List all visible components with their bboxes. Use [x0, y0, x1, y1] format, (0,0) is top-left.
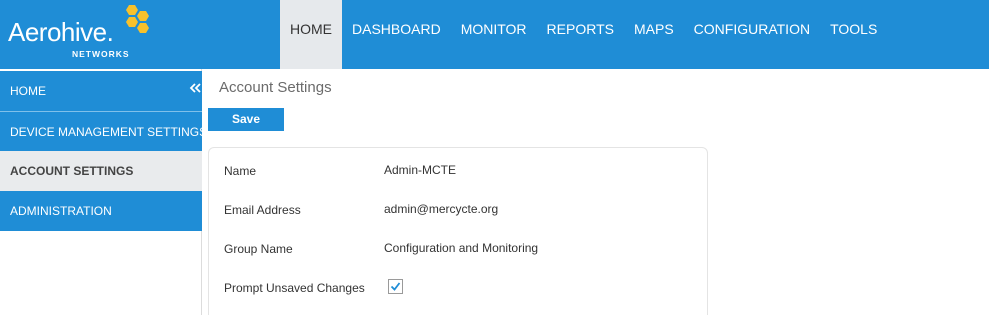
- double-chevron-left-icon[interactable]: [188, 81, 202, 95]
- group-name-value: Configuration and Monitoring: [384, 241, 539, 255]
- main-nav: HOME DASHBOARD MONITOR REPORTS MAPS CONF…: [280, 0, 887, 69]
- nav-tools[interactable]: TOOLS: [820, 0, 887, 69]
- prompt-unsaved-changes-checkbox[interactable]: [388, 279, 403, 294]
- nav-home[interactable]: HOME: [280, 0, 342, 69]
- page-title: Account Settings: [219, 79, 332, 96]
- save-button[interactable]: Save: [208, 108, 284, 131]
- brand-name: Aerohive.: [8, 17, 114, 47]
- sidebar-item-device-management-settings[interactable]: DEVICE MANAGEMENT SETTINGS: [0, 111, 202, 151]
- brand-subtitle: NETWORKS: [72, 49, 130, 59]
- sidebar-item-home[interactable]: HOME: [0, 71, 202, 111]
- nav-maps[interactable]: MAPS: [624, 0, 684, 69]
- sidebar-item-label: DEVICE MANAGEMENT SETTINGS: [10, 125, 202, 139]
- sidebar-item-label: ADMINISTRATION: [10, 204, 112, 218]
- nav-monitor[interactable]: MONITOR: [451, 0, 537, 69]
- nav-dashboard[interactable]: DASHBOARD: [342, 0, 451, 69]
- hexagon-logo-icon: [126, 5, 149, 33]
- aerohive-logo: Aerohive. NETWORKS: [0, 0, 160, 69]
- prompt-unsaved-changes-label: Prompt Unsaved Changes: [224, 281, 365, 295]
- sidebar-item-label: HOME: [10, 84, 46, 98]
- sidebar-item-administration[interactable]: ADMINISTRATION: [0, 191, 202, 231]
- sidebar: HOME DEVICE MANAGEMENT SETTINGS ACCOUNT …: [0, 69, 202, 315]
- nav-configuration[interactable]: CONFIGURATION: [684, 0, 820, 69]
- top-bar: Aerohive. NETWORKS HOME DASHBOARD MONITO…: [0, 0, 989, 69]
- name-label: Name: [224, 164, 257, 178]
- email-address-value: admin@mercycte.org: [384, 202, 499, 216]
- sidebar-item-account-settings[interactable]: ACCOUNT SETTINGS: [0, 151, 202, 191]
- email-address-label: Email Address: [224, 203, 301, 217]
- name-value: Admin-MCTE: [384, 163, 457, 177]
- group-name-label: Group Name: [224, 242, 293, 256]
- checkmark-icon: [390, 282, 401, 291]
- nav-reports[interactable]: REPORTS: [537, 0, 624, 69]
- sidebar-item-label: ACCOUNT SETTINGS: [10, 164, 134, 178]
